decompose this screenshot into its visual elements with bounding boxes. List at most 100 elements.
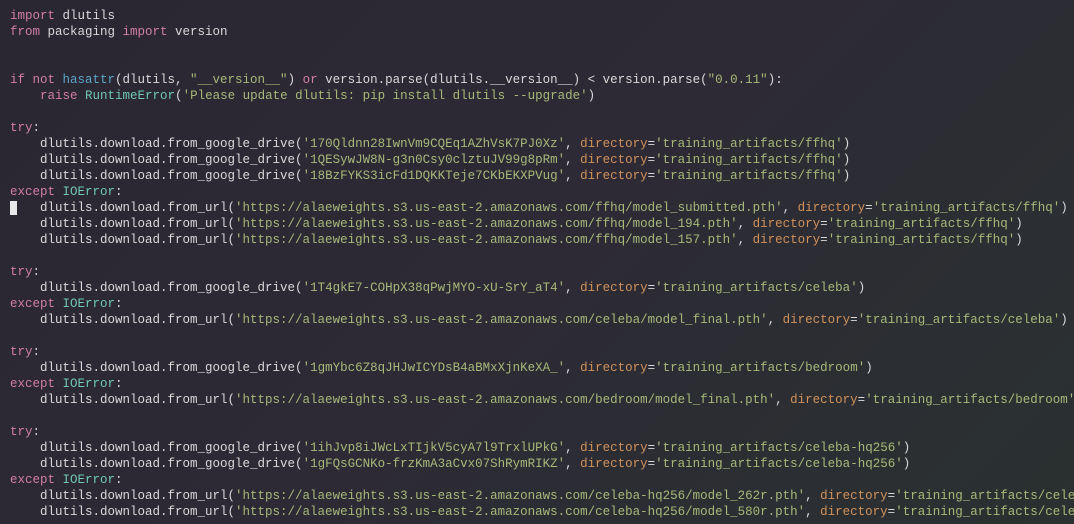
code-token: ,: [768, 313, 783, 327]
code-line[interactable]: try:: [10, 424, 1064, 440]
code-token: try: [10, 265, 33, 279]
code-line[interactable]: raise RuntimeError('Please update dlutil…: [10, 88, 1064, 104]
code-line[interactable]: [10, 248, 1064, 264]
code-token: hasattr: [63, 73, 116, 87]
code-token: 'https://alaeweights.s3.us-east-2.amazon…: [235, 505, 805, 519]
code-token: :: [115, 185, 123, 199]
code-token: 'https://alaeweights.s3.us-east-2.amazon…: [235, 217, 738, 231]
code-line[interactable]: dlutils.download.from_google_drive('1gFQ…: [10, 456, 1064, 472]
code-line[interactable]: import dlutils: [10, 8, 1064, 24]
code-line[interactable]: dlutils.download.from_google_drive('1QES…: [10, 152, 1064, 168]
code-token: '1gFQsGCNKo-frzKmA3aCvx07ShRymRIKZ': [303, 457, 566, 471]
code-token: ,: [565, 361, 580, 375]
code-token: :: [115, 377, 123, 391]
code-token: except: [10, 297, 63, 311]
code-token: dlutils.download.from_url(: [10, 313, 235, 327]
code-token: =: [820, 217, 828, 231]
code-token: except: [10, 185, 63, 199]
code-line[interactable]: dlutils.download.from_url('https://alaew…: [10, 200, 1064, 216]
code-token: directory: [820, 489, 888, 503]
code-line[interactable]: dlutils.download.from_url('https://alaew…: [10, 232, 1064, 248]
code-token: IOError: [63, 377, 116, 391]
code-line[interactable]: try:: [10, 264, 1064, 280]
code-line[interactable]: [10, 40, 1064, 56]
code-token: try: [10, 345, 33, 359]
code-token: :: [115, 473, 123, 487]
code-token: :: [115, 297, 123, 311]
code-line[interactable]: except IOError:: [10, 472, 1064, 488]
code-token: ): [1015, 217, 1023, 231]
code-token: ,: [805, 505, 820, 519]
code-token: packaging: [48, 25, 123, 39]
code-token: directory: [753, 233, 821, 247]
code-token: IOError: [63, 185, 116, 199]
code-line[interactable]: dlutils.download.from_google_drive('1ihJ…: [10, 440, 1064, 456]
code-line[interactable]: [10, 56, 1064, 72]
code-token: dlutils.download.from_google_drive(: [10, 441, 303, 455]
code-token: dlutils: [63, 9, 116, 23]
code-line[interactable]: dlutils.download.from_url('https://alaew…: [10, 504, 1064, 520]
code-token: ): [1015, 233, 1023, 247]
code-token: directory: [753, 217, 821, 231]
code-token: directory: [580, 153, 648, 167]
code-line[interactable]: [10, 328, 1064, 344]
code-token: 'training_artifacts/celeba-hq256': [655, 457, 903, 471]
code-token: version.parse(dlutils.__version__) < ver…: [325, 73, 708, 87]
code-editor[interactable]: import dlutilsfrom packaging import vers…: [10, 8, 1064, 520]
code-line[interactable]: except IOError:: [10, 296, 1064, 312]
code-token: 'Please update dlutils: pip install dlut…: [183, 89, 588, 103]
code-token: 'https://alaeweights.s3.us-east-2.amazon…: [235, 233, 738, 247]
code-token: '18BzFYKS3icFd1DQKKTeje7CKbEKXPVug': [303, 169, 566, 183]
code-line[interactable]: [10, 104, 1064, 120]
code-line[interactable]: [10, 408, 1064, 424]
code-line[interactable]: dlutils.download.from_google_drive('1T4g…: [10, 280, 1064, 296]
code-token: ): [843, 137, 851, 151]
code-line[interactable]: try:: [10, 120, 1064, 136]
code-token: :: [33, 345, 41, 359]
code-token: ,: [565, 441, 580, 455]
code-token: '1T4gkE7-COHpX38qPwjMYO-xU-SrY_aT4': [303, 281, 566, 295]
code-line[interactable]: dlutils.download.from_url('https://alaew…: [10, 392, 1064, 408]
code-token: ): [843, 169, 851, 183]
code-token: ,: [565, 153, 580, 167]
code-token: 'training_artifacts/ffhq': [655, 153, 843, 167]
code-token: dlutils.download.from_url(: [10, 393, 235, 407]
code-line[interactable]: dlutils.download.from_google_drive('170Q…: [10, 136, 1064, 152]
code-token: 'training_artifacts/ffhq': [873, 201, 1061, 215]
code-token: directory: [580, 169, 648, 183]
code-token: directory: [580, 281, 648, 295]
code-token: dlutils.download.from_google_drive(: [10, 281, 303, 295]
code-token: [10, 105, 18, 119]
code-line[interactable]: try:: [10, 344, 1064, 360]
code-token: '1gmYbc6Z8qJHJwICYDsB4aBMxXjnKeXA_': [303, 361, 566, 375]
code-line[interactable]: dlutils.download.from_google_drive('1gmY…: [10, 360, 1064, 376]
code-token: 'training_artifacts/celeba': [858, 313, 1061, 327]
code-token: 'training_artifacts/celeba-hq256': [895, 489, 1074, 503]
code-token: 'training_artifacts/ffhq': [828, 217, 1016, 231]
text-cursor: [10, 201, 17, 215]
code-line[interactable]: dlutils.download.from_url('https://alaew…: [10, 312, 1064, 328]
code-token: ): [288, 73, 303, 87]
code-token: "0.0.11": [708, 73, 768, 87]
code-line[interactable]: if not hasattr(dlutils, "__version__") o…: [10, 72, 1064, 88]
code-token: ): [1060, 313, 1068, 327]
code-token: or: [303, 73, 326, 87]
code-line[interactable]: except IOError:: [10, 184, 1064, 200]
code-token: directory: [580, 457, 648, 471]
code-token: 'training_artifacts/bedroom': [865, 393, 1074, 407]
code-line[interactable]: from packaging import version: [10, 24, 1064, 40]
code-line[interactable]: dlutils.download.from_url('https://alaew…: [10, 216, 1064, 232]
code-line[interactable]: except IOError:: [10, 376, 1064, 392]
code-line[interactable]: dlutils.download.from_url('https://alaew…: [10, 488, 1064, 504]
code-line[interactable]: dlutils.download.from_google_drive('18Bz…: [10, 168, 1064, 184]
code-token: 'training_artifacts/ffhq': [655, 137, 843, 151]
code-token: directory: [580, 441, 648, 455]
code-token: dlutils.download.from_url(: [10, 217, 235, 231]
code-token: dlutils.download.from_url(: [10, 489, 235, 503]
code-token: directory: [580, 361, 648, 375]
code-token: dlutils.download.from_google_drive(: [10, 457, 303, 471]
code-token: except: [10, 473, 63, 487]
code-token: dlutils.download.from_google_drive(: [10, 153, 303, 167]
code-token: 'training_artifacts/celeba-hq256': [895, 505, 1074, 519]
code-token: ,: [565, 457, 580, 471]
